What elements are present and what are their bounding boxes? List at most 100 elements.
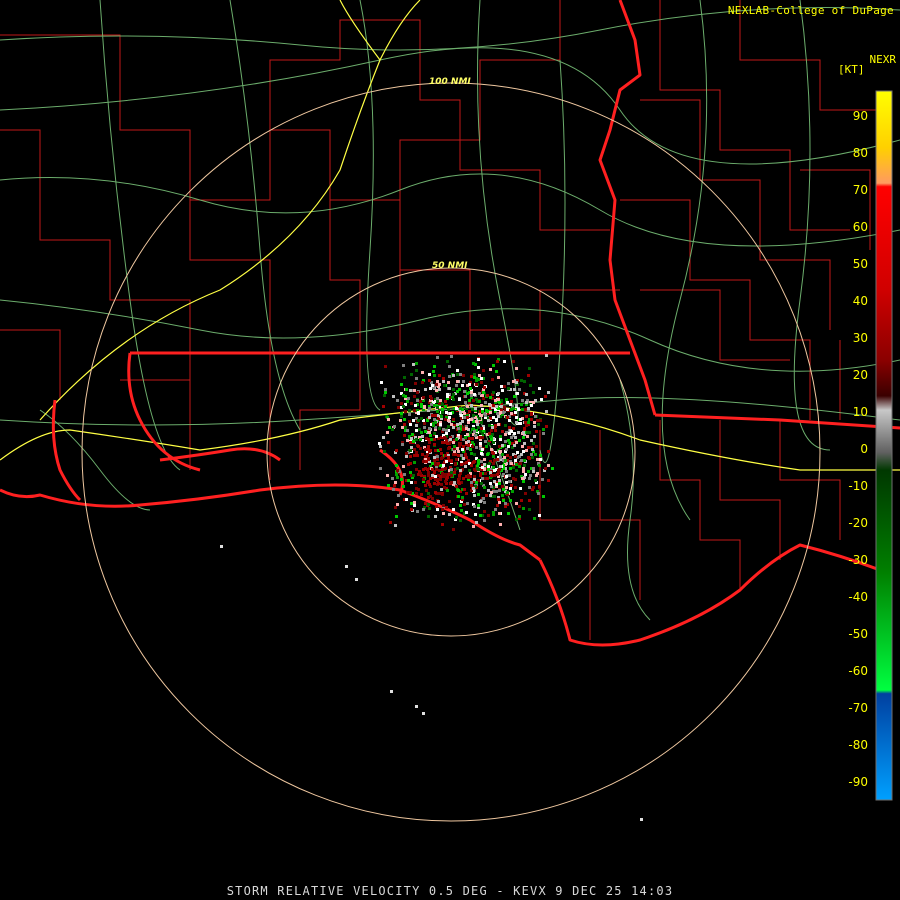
echo-pixel	[440, 452, 443, 455]
echo-pixel	[452, 441, 455, 444]
echo-pixel	[503, 385, 506, 388]
echo-pixel	[379, 445, 382, 448]
echo-pixel	[483, 510, 486, 513]
echo-pixel	[457, 489, 460, 492]
echo-pixel	[522, 507, 525, 510]
echo-pixel	[483, 501, 486, 504]
echo-pixel	[498, 512, 501, 515]
echo-pixel	[520, 459, 523, 462]
echo-pixel	[394, 524, 397, 527]
echo-pixel	[515, 416, 518, 419]
echo-pixel	[395, 464, 398, 467]
echo-pixel	[484, 440, 487, 443]
legend-tick: 50	[853, 257, 868, 271]
echo-pixel	[524, 421, 527, 424]
echo-pixel	[441, 508, 444, 511]
echo-pixel	[477, 462, 480, 465]
echo-pixel	[484, 414, 487, 417]
echo-pixel	[480, 482, 483, 485]
echo-pixel	[520, 403, 523, 406]
echo-pixel	[416, 399, 419, 402]
echo-pixel	[461, 448, 464, 451]
legend-tick: -40	[848, 590, 868, 604]
echo-pixel	[433, 456, 436, 459]
echo-pixel	[514, 478, 517, 481]
echo-pixel	[386, 474, 389, 477]
echo-pixel	[441, 408, 444, 411]
echo-pixel	[445, 432, 448, 435]
echo-pixel	[427, 457, 430, 460]
echo-pixel	[444, 418, 447, 421]
echo-pixel	[405, 452, 408, 455]
echo-pixel	[456, 390, 459, 393]
echo-pixel	[458, 398, 461, 401]
echo-pixel	[446, 489, 449, 492]
echo-pixel	[434, 478, 437, 481]
echo-pixel	[444, 405, 447, 408]
echo-pixel	[435, 383, 438, 386]
echo-pixel	[490, 491, 493, 494]
echo-pixel	[423, 422, 426, 425]
echo-pixel	[459, 469, 462, 472]
echo-pixel	[392, 488, 395, 491]
echo-pixel	[487, 468, 490, 471]
echo-pixel	[514, 411, 517, 414]
echo-pixel	[473, 453, 476, 456]
echo-pixel	[431, 474, 434, 477]
echo-pixel	[485, 494, 488, 497]
echo-pixel	[547, 479, 550, 482]
echo-pixel	[457, 427, 460, 430]
echo-pixel	[387, 484, 390, 487]
echo-pixel	[518, 515, 521, 518]
echo-pixel	[442, 464, 445, 467]
echo-pixel	[395, 473, 398, 476]
echo-pixel	[409, 455, 412, 458]
echo-pixel	[422, 396, 425, 399]
echo-pixel	[428, 483, 431, 486]
echo-pixel	[468, 383, 471, 386]
echo-pixel	[427, 480, 430, 483]
echo-pixel	[484, 472, 487, 475]
echo-pixel	[434, 475, 437, 478]
echo-pixel	[515, 463, 518, 466]
echo-pixel	[523, 464, 526, 467]
echo-pixel	[479, 514, 482, 517]
echo-pixel	[510, 436, 513, 439]
echo-pixel	[415, 705, 418, 708]
echo-pixel	[437, 482, 440, 485]
echo-pixel	[427, 438, 430, 441]
echo-pixel	[530, 413, 533, 416]
echo-pixel	[450, 468, 453, 471]
echo-pixel	[429, 434, 432, 437]
echo-pixel	[497, 392, 500, 395]
echo-pixel	[494, 429, 497, 432]
echo-pixel	[539, 419, 542, 422]
echo-pixel	[490, 474, 493, 477]
echo-pixel	[452, 426, 455, 429]
echo-pixel	[465, 427, 468, 430]
echo-pixel	[519, 422, 522, 425]
echo-pixel	[412, 363, 415, 366]
echo-pixel	[409, 449, 412, 452]
echo-pixel	[431, 462, 434, 465]
echo-pixel	[496, 473, 499, 476]
echo-pixel	[468, 469, 471, 472]
echo-pixel	[422, 712, 425, 715]
product-id-label: NEXR	[869, 53, 897, 66]
echo-pixel	[505, 448, 508, 451]
echo-pixel	[475, 420, 478, 423]
echo-pixel	[518, 388, 521, 391]
echo-pixel	[472, 525, 475, 528]
echo-pixel	[433, 365, 436, 368]
echo-pixel	[415, 451, 418, 454]
range-ring-50	[266, 267, 636, 637]
echo-pixel	[419, 472, 422, 475]
echo-pixel	[492, 462, 495, 465]
echo-pixel	[490, 438, 493, 441]
echo-pixel	[506, 454, 509, 457]
echo-pixel	[492, 364, 495, 367]
echo-pixel	[524, 408, 527, 411]
echo-pixel	[433, 374, 436, 377]
echo-pixel	[532, 401, 535, 404]
echo-pixel	[538, 464, 541, 467]
